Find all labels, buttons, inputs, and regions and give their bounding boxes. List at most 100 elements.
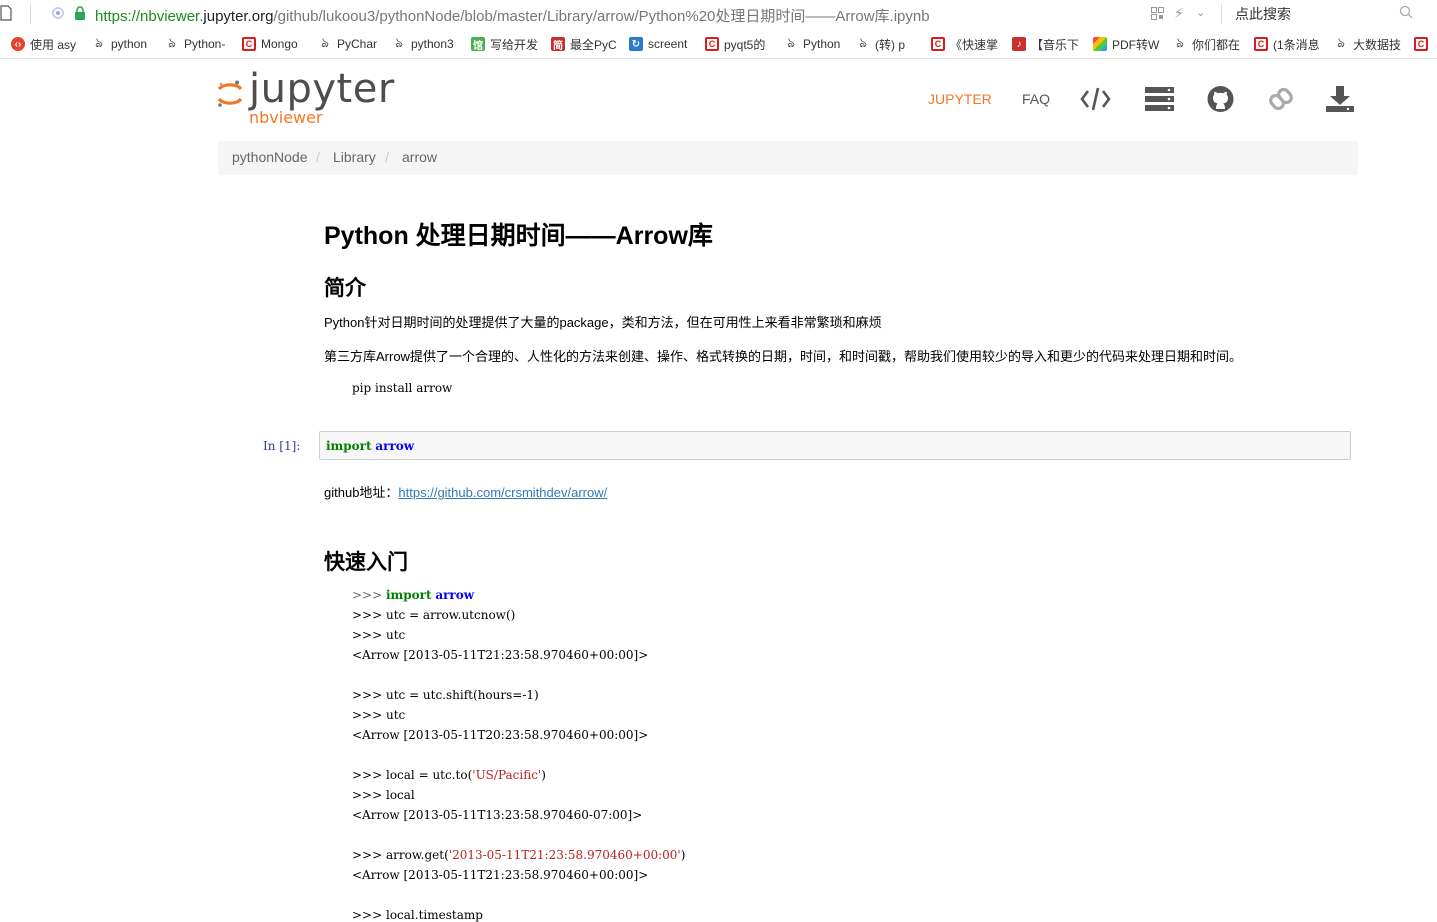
github-label: github地址： [324, 485, 399, 500]
bookmark-favicon-icon: ঌ [1176, 36, 1184, 50]
bookmark-favicon-icon: ঌ [321, 36, 329, 50]
bookmark-item[interactable]: C 《快速掌 [931, 36, 999, 52]
bookmark-label: 大数据技 [1353, 37, 1402, 52]
divider [1221, 4, 1222, 24]
code-icon[interactable] [1080, 85, 1111, 113]
link-icon[interactable] [1269, 85, 1293, 113]
nav-faq-link[interactable]: FAQ [1022, 91, 1050, 107]
bookmark-label: 写给开发 [490, 37, 539, 52]
breadcrumb-item[interactable]: arrow [402, 149, 437, 165]
bookmark-favicon-icon: ‹› [11, 37, 25, 51]
bookmark-favicon-icon: ঌ [168, 36, 176, 50]
code-text: ) [680, 848, 686, 862]
chevron-down-icon[interactable]: ⌄ [1196, 6, 1205, 19]
bookmark-item[interactable]: ♪ 【音乐下 [1012, 36, 1082, 52]
bookmark-label: 你们都在 [1192, 37, 1241, 52]
bookmark-favicon-icon: ♪ [1012, 37, 1026, 51]
code-text: >>> arrow.get( [352, 848, 449, 862]
code-text: >>> local = utc.to( [352, 768, 473, 782]
bookmark-label: python3 [411, 37, 454, 51]
cell-prompt: In [1]: [263, 439, 301, 453]
bookmark-item[interactable]: C [1414, 36, 1434, 52]
string-literal: 'US/Pacific' [472, 768, 542, 782]
lock-icon[interactable] [74, 6, 86, 20]
breadcrumb-item[interactable]: Library [333, 149, 376, 165]
browser-address-bar: https://nbviewer.jupyter.org/github/luko… [0, 0, 1437, 30]
bookmark-favicon-icon: ↻ [629, 37, 643, 51]
bookmark-favicon-icon: 馆 [471, 37, 485, 52]
breadcrumb: pythonNode / Library / arrow [218, 141, 1358, 175]
lightning-icon[interactable]: ⚡ [1174, 5, 1184, 22]
code-output: <Arrow [2013-05-11T13:23:58.970460-07:00… [352, 808, 643, 822]
qr-code-icon[interactable] [1151, 7, 1164, 20]
bookmark-item[interactable]: Cpyqt5的 [705, 36, 771, 52]
bookmark-favicon-icon: ঌ [787, 36, 795, 50]
bookmark-label: Python [803, 37, 841, 51]
server-icon[interactable] [1145, 85, 1175, 113]
keyword: import [385, 588, 432, 602]
bookmark-item[interactable]: C (1条消息 [1254, 36, 1322, 52]
bookmark-label: PDF转W [1112, 37, 1160, 52]
bookmark-label: (1条消息 [1273, 37, 1320, 52]
bookmark-favicon-icon: 简 [551, 37, 565, 52]
logo-wordmark: jupyter [249, 66, 395, 112]
bookmark-item[interactable]: ঌ (转) p [856, 36, 919, 52]
bookmark-item[interactable]: ঌ 大数据技 [1334, 36, 1402, 52]
code-line: >>> utc [352, 628, 406, 642]
breadcrumb-item[interactable]: pythonNode [232, 149, 308, 165]
bookmark-favicon-icon [1093, 37, 1107, 51]
page-icon[interactable] [0, 5, 12, 21]
bookmark-item[interactable]: ঌ 你们都在 [1173, 36, 1241, 52]
bookmark-item[interactable]: PDF转W [1093, 36, 1161, 52]
bookmark-item[interactable]: ↻ screent [629, 36, 693, 52]
code-cell[interactable]: import arrow [319, 431, 1351, 460]
code-line: >>> local.timestamp [352, 908, 483, 922]
bookmark-label: Mongo [261, 37, 298, 51]
notebook-title: Python 处理日期时间——Arrow库 [324, 222, 713, 250]
bookmark-item[interactable]: C Mongo [242, 36, 306, 52]
bookmark-item[interactable]: 简最全PyC [551, 36, 619, 52]
url-field[interactable]: https://nbviewer.jupyter.org/github/luko… [95, 5, 930, 26]
bookmark-favicon-icon: ঌ [95, 36, 103, 50]
search-input[interactable] [1235, 4, 1400, 24]
github-link[interactable]: https://github.com/crsmithdev/arrow/ [398, 485, 607, 500]
search-icon[interactable] [1399, 5, 1413, 19]
code-line: >>> arrow.get('2013-05-11T21:23:58.97046… [352, 848, 685, 862]
download-icon[interactable] [1326, 85, 1354, 113]
bookmark-item[interactable]: ঌ PyChar [318, 36, 382, 52]
jupyter-logo[interactable]: jupyter nbviewer [217, 66, 394, 130]
bookmark-item[interactable]: ঌ python [92, 36, 154, 52]
url-path: /github/lukoou3/pythonNode/blob/master/L… [273, 8, 930, 25]
bookmark-item[interactable]: ঌ Python- [165, 36, 231, 52]
github-paragraph: github地址：https://github.com/crsmithdev/a… [324, 482, 607, 501]
bookmark-label: (转) p [875, 37, 906, 52]
nav-jupyter-link[interactable]: JUPYTER [928, 91, 992, 107]
breadcrumb-separator: / [385, 149, 389, 165]
bookmark-favicon-icon: C [1254, 37, 1268, 51]
bookmark-item[interactable]: ‹› 使用 asy [11, 36, 81, 52]
code-line: >>> local [352, 788, 415, 802]
section-heading-intro: 简介 [324, 277, 366, 300]
bookmark-label: 使用 asy [30, 37, 77, 52]
secure-connection-icon[interactable] [52, 7, 64, 19]
repl-prompt: >>> [352, 588, 386, 602]
code-output: <Arrow [2013-05-11T21:23:58.970460+00:00… [352, 868, 649, 882]
bookmark-item[interactable]: 馆写给开发 [471, 36, 541, 52]
code-line: >>> import arrow [352, 588, 474, 602]
url-domain: jupyter.org [203, 8, 274, 25]
github-icon[interactable] [1207, 85, 1234, 113]
bookmark-label: 【音乐下 [1031, 37, 1080, 52]
intro-paragraph: Python针对日期时间的处理提供了大量的package，类和方法，但在可用性上… [324, 315, 882, 330]
bookmark-favicon-icon: ঌ [859, 36, 867, 50]
module-name: arrow [435, 588, 475, 602]
bookmark-item[interactable]: ঌ Python [784, 36, 844, 52]
bookmark-item[interactable]: ঌ python3 [392, 36, 460, 52]
string-literal: '2013-05-11T21:23:58.970460+00:00' [448, 848, 681, 862]
bookmarks-bar: ‹› 使用 asy ঌ python ঌ Python- C Mongo ঌ PyChar… [0, 30, 1437, 59]
module-name: arrow [375, 439, 415, 453]
bookmark-label: screent [648, 37, 688, 51]
bookmark-favicon-icon: C [931, 37, 945, 51]
bookmark-label: python [111, 37, 148, 51]
logo-subtitle: nbviewer [249, 108, 323, 127]
bookmark-favicon-icon: ঌ [1337, 36, 1345, 50]
